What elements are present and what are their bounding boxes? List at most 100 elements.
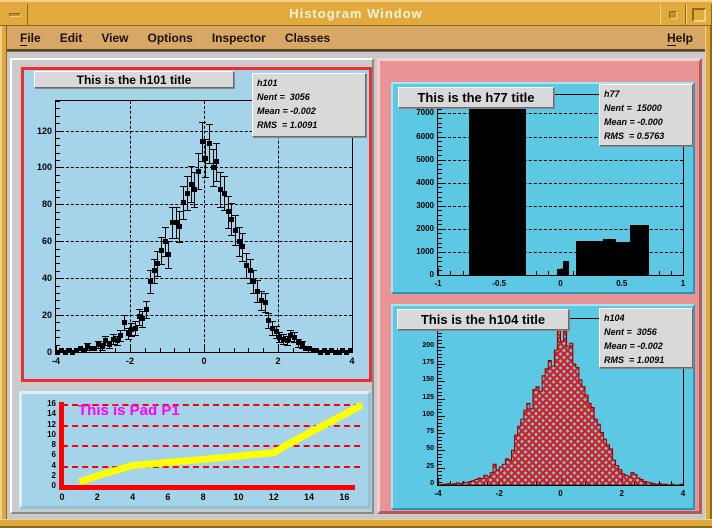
data-marker bbox=[152, 268, 157, 273]
window-frame-left[interactable] bbox=[0, 26, 7, 528]
data-marker bbox=[159, 248, 164, 253]
canvas-right[interactable]: This is the h77 title h77 Nent = 15000 M… bbox=[377, 58, 702, 514]
stats-line: Mean = -0.002 bbox=[257, 104, 361, 118]
y-axis-tick bbox=[438, 132, 442, 133]
h104-stats-box[interactable]: h104 Nent = 3056 Mean = -0.002 RMS = 1.0… bbox=[599, 308, 693, 368]
x-axis-tick bbox=[548, 271, 549, 275]
y-axis-tick bbox=[438, 155, 442, 156]
data-marker bbox=[226, 209, 231, 214]
error-bar-cap bbox=[269, 321, 276, 322]
menu-help[interactable]: Help bbox=[667, 31, 693, 45]
error-bar-cap bbox=[165, 268, 172, 269]
x-axis-tick-label: 0 bbox=[541, 279, 581, 288]
y-axis-tick-label: 125 bbox=[400, 394, 434, 401]
y-axis-tick bbox=[56, 197, 60, 198]
y-axis-tick-label: 20 bbox=[18, 310, 52, 320]
data-marker bbox=[348, 348, 353, 353]
y-axis-tick bbox=[56, 256, 60, 257]
x-axis-tick-label: -4 bbox=[36, 356, 76, 366]
h104-title-box[interactable]: This is the h104 title bbox=[397, 309, 569, 330]
error-bar-cap bbox=[291, 332, 298, 333]
window-frame-bottom[interactable] bbox=[0, 519, 712, 528]
error-bar-cap bbox=[132, 335, 139, 336]
error-bar-cap bbox=[221, 176, 228, 177]
x-axis-tick-label: -4 bbox=[418, 489, 458, 498]
x-axis-tick bbox=[573, 271, 574, 275]
pad-h101[interactable]: This is the h101 title h101 Nent = 3056 … bbox=[21, 67, 372, 382]
x-axis-tick bbox=[219, 348, 220, 352]
y-axis-tick-label: 7000 bbox=[400, 108, 434, 117]
h77-title-box[interactable]: This is the h77 title bbox=[398, 87, 554, 108]
menu-view[interactable]: View bbox=[101, 31, 128, 45]
y-axis-tick-label: 75 bbox=[400, 428, 434, 435]
menu-options[interactable]: Options bbox=[148, 31, 193, 45]
y-axis-tick bbox=[438, 183, 445, 184]
stats-line: RMS = 1.0091 bbox=[604, 353, 688, 367]
h101-stats-box[interactable]: h101 Nent = 3056 Mean = -0.002 RMS = 1.0… bbox=[252, 73, 366, 137]
window-menu-button[interactable] bbox=[2, 4, 28, 25]
pad-h104[interactable]: This is the h104 title h104 Nent = 3056 … bbox=[391, 304, 695, 510]
canvas-area: This is the h101 title h101 Nent = 3056 … bbox=[7, 51, 705, 519]
histogram-bar bbox=[630, 225, 648, 275]
error-bar-cap bbox=[114, 345, 121, 346]
histogram-bar bbox=[616, 242, 631, 275]
error-bar-cap bbox=[110, 334, 117, 335]
y-axis-tick bbox=[56, 153, 60, 154]
y-axis-tick bbox=[438, 192, 442, 193]
menu-file[interactable]: File bbox=[20, 31, 41, 45]
menu-classes[interactable]: Classes bbox=[285, 31, 330, 45]
x-axis-tick-label: 0 bbox=[184, 356, 224, 366]
window-frame-right[interactable] bbox=[705, 26, 712, 528]
error-bar-cap bbox=[176, 242, 183, 243]
gridline bbox=[130, 101, 131, 352]
minimize-button[interactable] bbox=[660, 4, 686, 25]
error-bar-cap bbox=[280, 334, 287, 335]
y-axis-tick bbox=[438, 275, 445, 276]
h101-title-box[interactable]: This is the h101 title bbox=[34, 71, 234, 88]
error-bar-cap bbox=[284, 345, 291, 346]
x-axis-tick bbox=[293, 348, 294, 352]
y-axis-tick-label: 40 bbox=[18, 273, 52, 283]
y-axis-tick-label: 5000 bbox=[400, 155, 434, 164]
y-axis-tick bbox=[56, 330, 60, 331]
menu-edit[interactable]: Edit bbox=[60, 31, 83, 45]
error-bar-cap bbox=[136, 309, 143, 310]
y-axis-tick bbox=[438, 485, 445, 486]
y-axis-tick bbox=[438, 257, 442, 258]
maximize-button[interactable] bbox=[686, 4, 712, 25]
y-axis-tick bbox=[438, 150, 442, 151]
y-axis-tick bbox=[438, 141, 442, 142]
error-bar-cap bbox=[117, 341, 124, 342]
p1-line-graph bbox=[22, 394, 368, 506]
stats-line: h77 bbox=[604, 87, 688, 101]
y-axis-tick-label: 6000 bbox=[400, 132, 434, 141]
canvas-left[interactable]: This is the h101 title h101 Nent = 3056 … bbox=[10, 58, 374, 514]
y-axis-tick bbox=[438, 220, 442, 221]
y-axis-tick bbox=[56, 116, 60, 117]
x-axis-tick bbox=[463, 271, 464, 275]
x-axis-tick-label: -2 bbox=[110, 356, 150, 366]
h101-plot-frame[interactable]: 020406080100120-4-2024 bbox=[55, 100, 353, 353]
y-axis-tick bbox=[438, 210, 442, 211]
error-bar-cap bbox=[188, 166, 195, 167]
y-axis-tick bbox=[438, 109, 442, 110]
h77-stats-box[interactable]: h77 Nent = 15000 Mean = -0.000 RMS = 0.5… bbox=[599, 84, 693, 146]
y-axis-tick bbox=[438, 113, 445, 114]
p1-plot[interactable]: 02468101214160246810121416 bbox=[22, 394, 368, 506]
x-axis-tick bbox=[234, 348, 235, 352]
y-axis-tick bbox=[438, 266, 442, 267]
error-bar-cap bbox=[217, 172, 224, 173]
data-marker bbox=[203, 156, 208, 161]
data-marker bbox=[207, 141, 212, 146]
error-bar-cap bbox=[195, 189, 202, 190]
y-axis-tick bbox=[438, 243, 442, 244]
error-bar-cap bbox=[191, 207, 198, 208]
error-bar-cap bbox=[162, 227, 169, 228]
y-axis-tick bbox=[438, 173, 442, 174]
pad-h77[interactable]: This is the h77 title h77 Nent = 15000 M… bbox=[391, 82, 695, 294]
histogram-bar bbox=[563, 261, 569, 275]
p1-title[interactable]: This is Pad P1 bbox=[78, 402, 180, 419]
menu-inspector[interactable]: Inspector bbox=[212, 31, 266, 45]
window-titlebar[interactable]: Histogram Window bbox=[0, 0, 712, 26]
pad-p1[interactable]: 02468101214160246810121416 This is Pad P… bbox=[19, 391, 371, 509]
